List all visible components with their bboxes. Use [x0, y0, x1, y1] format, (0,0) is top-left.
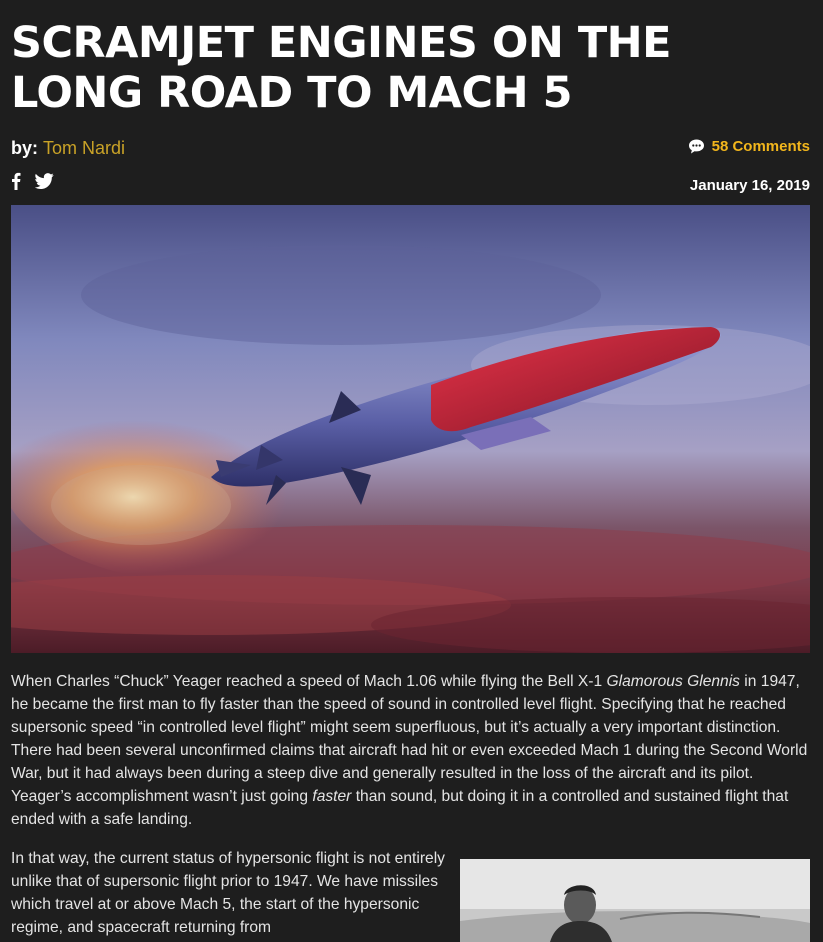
social-share — [11, 172, 54, 195]
paragraph-text: When Charles “Chuck” Yeager reached a sp… — [11, 673, 607, 690]
article-page: SCRAMJET ENGINES ON THE LONG ROAD TO MAC… — [0, 0, 823, 942]
paragraph-text: in 1947, he became the first man to fly … — [11, 673, 808, 805]
article-paragraph-1: When Charles “Chuck” Yeager reached a sp… — [11, 670, 810, 831]
byline-prefix: by: — [11, 138, 38, 158]
article-title: SCRAMJET ENGINES ON THE LONG ROAD TO MAC… — [11, 18, 672, 118]
byline: by: Tom Nardi — [11, 137, 125, 159]
author-link[interactable]: Tom Nardi — [43, 138, 125, 158]
facebook-icon[interactable] — [11, 172, 21, 195]
speech-bubble-icon — [688, 139, 704, 154]
comments-link[interactable]: 58 Comments — [688, 138, 810, 155]
article-paragraph-2: In that way, the current status of hyper… — [11, 850, 445, 936]
italic-emphasis: faster — [312, 788, 352, 805]
italic-aircraft-name: Glamorous Glennis — [606, 673, 740, 690]
hero-image-scramjet — [11, 205, 810, 653]
twitter-icon[interactable] — [34, 173, 54, 194]
comments-count: 58 Comments — [711, 138, 810, 155]
publish-date: January 16, 2019 — [689, 177, 810, 194]
pilot-photo — [460, 859, 810, 942]
